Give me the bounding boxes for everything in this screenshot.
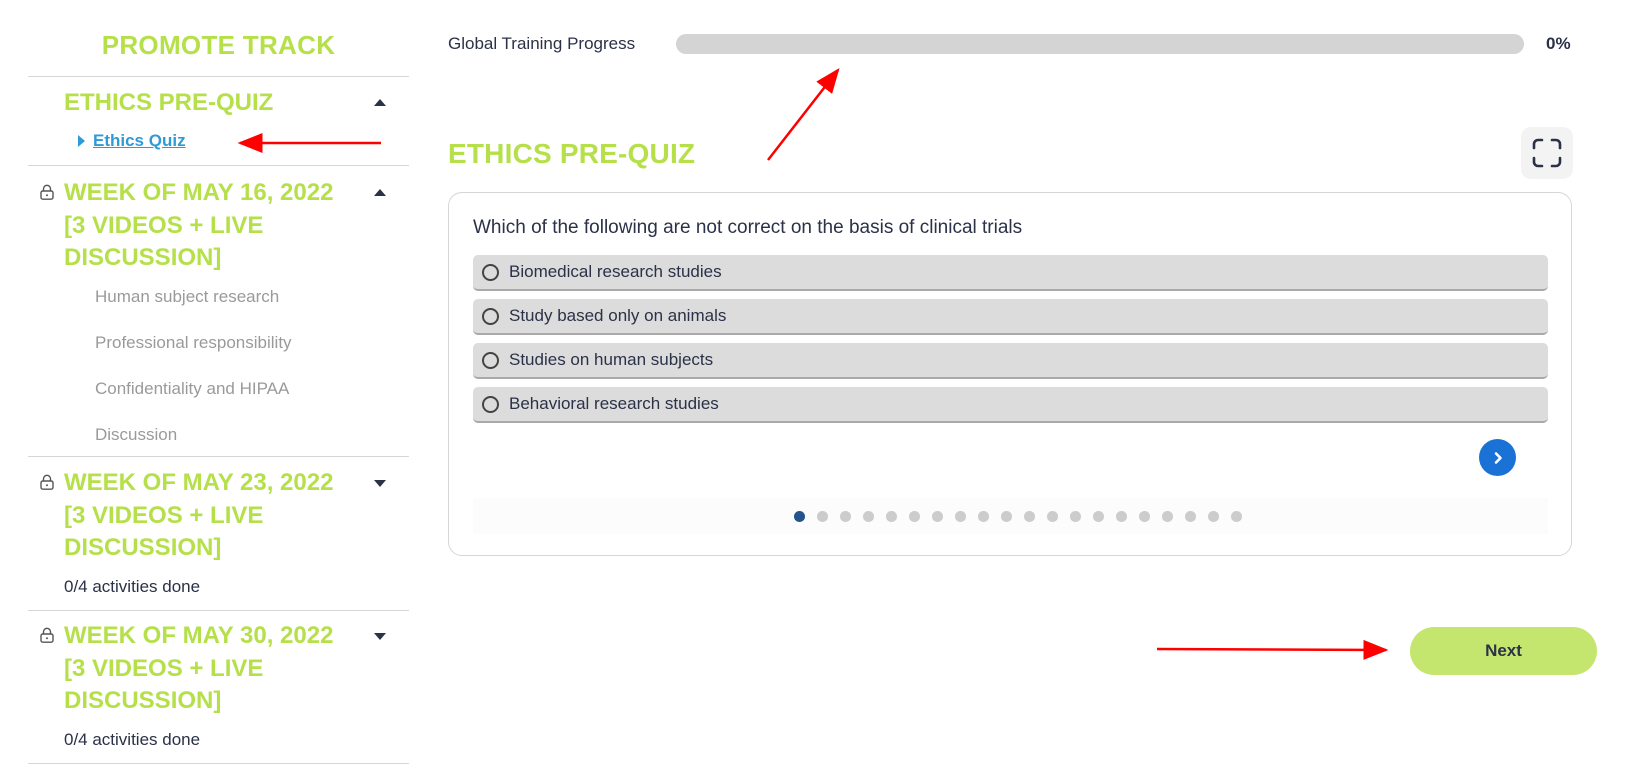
answer-option-label: Study based only on animals: [509, 306, 727, 325]
radio-button[interactable]: [482, 307, 499, 325]
divider: [28, 763, 409, 764]
pagination-dot[interactable]: [1115, 511, 1127, 522]
section-title-line: [3 VIDEOS + LIVE: [64, 211, 264, 239]
answer-option[interactable]: Study based only on animals: [473, 299, 1548, 335]
section-title-line: DISCUSSION]: [64, 244, 222, 271]
collapse-caret-icon[interactable]: [374, 189, 386, 196]
section-title-week-may-30[interactable]: WEEK OF MAY 30, 2022 [3 VIDEOS + LIVE DI…: [64, 620, 364, 718]
pagination-dot[interactable]: [931, 511, 943, 522]
sidebar-item-professional-responsibility[interactable]: Professional responsibility: [95, 333, 292, 353]
ethics-quiz-link[interactable]: Ethics Quiz: [93, 131, 186, 151]
quiz-question: Which of the following are not correct o…: [473, 217, 1023, 238]
pagination-dot[interactable]: [1023, 511, 1035, 522]
sidebar-item-discussion[interactable]: Discussion: [95, 425, 177, 445]
divider: [28, 610, 409, 611]
lock-icon: [40, 184, 54, 200]
pagination-dot[interactable]: [1230, 511, 1242, 522]
chevron-right-icon: [1494, 451, 1502, 464]
answer-option-label: Studies on human subjects: [509, 350, 714, 369]
sidebar-item-human-subject-research[interactable]: Human subject research: [95, 287, 279, 307]
pagination-dot[interactable]: [816, 511, 828, 522]
pagination-dot[interactable]: [1000, 511, 1012, 522]
lock-icon: [40, 474, 54, 490]
answer-option-label: Behavioral research studies: [509, 394, 719, 413]
lock-icon: [40, 627, 54, 643]
divider: [28, 76, 409, 77]
pagination-dot[interactable]: [1138, 511, 1150, 522]
global-progress-label: Global Training Progress: [448, 34, 636, 53]
next-question-button[interactable]: [1479, 439, 1516, 476]
section-title-week-may-23[interactable]: WEEK OF MAY 23, 2022 [3 VIDEOS + LIVE DI…: [64, 467, 364, 565]
section-title-line: [3 VIDEOS + LIVE: [64, 654, 264, 682]
pagination-dot[interactable]: [885, 511, 897, 522]
radio-button[interactable]: [482, 263, 499, 281]
section-title-line: DISCUSSION]: [64, 687, 222, 714]
pagination-dot[interactable]: [1207, 511, 1219, 522]
pagination-dot[interactable]: [1161, 511, 1173, 522]
pagination-dot[interactable]: [794, 511, 805, 522]
activities-done-status: 0/4 activities done: [64, 730, 201, 749]
section-title-ethics-pre-quiz[interactable]: ETHICS PRE-QUIZ: [64, 87, 364, 120]
section-title-line: WEEK OF MAY 30, 2022: [64, 622, 334, 649]
sidebar-item-ethics-quiz[interactable]: Ethics Quiz: [78, 131, 186, 151]
next-button[interactable]: Next: [1410, 627, 1597, 675]
pagination-dot[interactable]: [1046, 511, 1058, 522]
fullscreen-icon: [1532, 138, 1562, 168]
current-item-marker-icon: [78, 135, 85, 147]
pagination-dot[interactable]: [1092, 511, 1104, 522]
section-title-line: [3 VIDEOS + LIVE: [64, 501, 264, 529]
answer-option-label: Biomedical research studies: [509, 262, 722, 281]
page-title: ETHICS PRE-QUIZ: [448, 138, 696, 169]
pagination-dot[interactable]: [1184, 511, 1196, 522]
answer-option[interactable]: Behavioral research studies: [473, 387, 1548, 423]
collapse-caret-icon[interactable]: [374, 99, 386, 106]
pagination-dots: [794, 511, 1242, 522]
divider: [28, 456, 409, 457]
divider: [28, 165, 409, 166]
sidebar-item-confidentiality-hipaa[interactable]: Confidentiality and HIPAA: [95, 379, 289, 399]
track-title: PROMOTE TRACK: [101, 30, 336, 60]
pagination-dot[interactable]: [839, 511, 851, 522]
pagination-dot[interactable]: [862, 511, 874, 522]
quiz-card: Which of the following are not correct o…: [448, 192, 1572, 556]
answer-option[interactable]: Biomedical research studies: [473, 255, 1548, 291]
section-title-week-may-16[interactable]: WEEK OF MAY 16, 2022 [3 VIDEOS + LIVE DI…: [64, 177, 364, 275]
fullscreen-button[interactable]: [1521, 127, 1573, 179]
annotation-arrow: [767, 68, 840, 161]
global-progress-bar: [676, 34, 1524, 54]
question-pagination: [473, 498, 1548, 534]
answer-option[interactable]: Studies on human subjects: [473, 343, 1548, 379]
pagination-dot[interactable]: [954, 511, 966, 522]
global-progress-percent: 0%: [1546, 34, 1571, 53]
pagination-dot[interactable]: [977, 511, 989, 522]
activities-done-status: 0/4 activities done: [64, 577, 201, 596]
expand-caret-icon[interactable]: [374, 633, 386, 640]
radio-button[interactable]: [482, 395, 499, 413]
pagination-dot[interactable]: [908, 511, 920, 522]
section-title-line: DISCUSSION]: [64, 534, 222, 561]
pagination-dot[interactable]: [1069, 511, 1081, 522]
annotation-arrow: [1156, 639, 1389, 660]
expand-caret-icon[interactable]: [374, 480, 386, 487]
section-title-line: WEEK OF MAY 23, 2022: [64, 469, 334, 496]
radio-button[interactable]: [482, 351, 499, 369]
section-title-line: WEEK OF MAY 16, 2022: [64, 179, 334, 206]
